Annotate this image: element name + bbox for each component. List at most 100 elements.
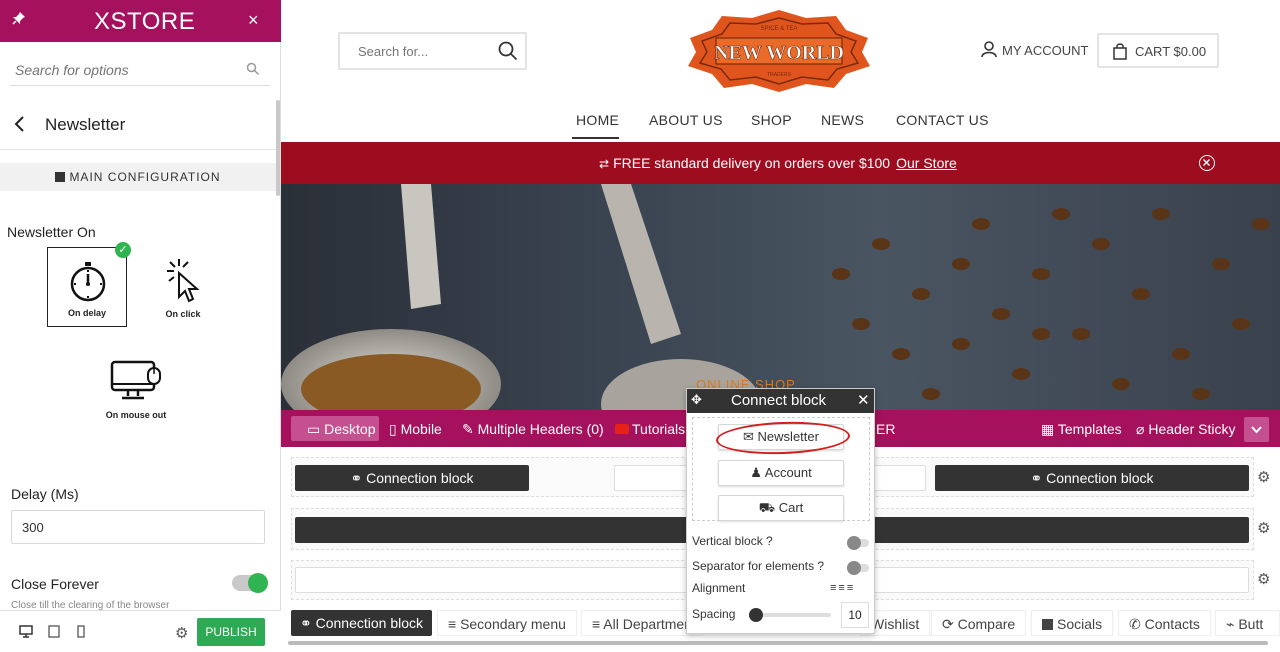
chevron-down-icon[interactable] <box>1244 417 1269 442</box>
publish-button[interactable]: PUBLISH <box>197 618 265 646</box>
delay-label: Delay (Ms) <box>11 486 79 502</box>
desktop-icon: ▭ <box>307 421 325 437</box>
tab-desktop[interactable]: ▭ Desktop <box>307 421 375 438</box>
templates-icon: ▦ <box>1041 421 1058 437</box>
tutorials[interactable]: Tutorials <box>615 421 685 437</box>
site-search[interactable] <box>338 32 527 70</box>
nav-news[interactable]: NEWS <box>821 112 864 128</box>
sidebar-scrollbar[interactable] <box>276 100 280 196</box>
separator-toggle[interactable] <box>847 561 869 575</box>
option-on-delay[interactable]: On delay <box>47 247 127 327</box>
main-configuration-tab[interactable]: MAIN CONFIGURATION <box>0 163 276 191</box>
promo-banner: ⇄ FREE standard delivery on orders over $… <box>281 142 1280 184</box>
refresh-icon: ⟳ <box>942 616 958 632</box>
customizer-sidebar: XSTORE × Newsletter MAIN CONFIGURATION N… <box>0 0 281 652</box>
cart-button[interactable]: CART $0.00 <box>1097 33 1219 68</box>
element-label: Socials <box>1057 616 1103 632</box>
options-search[interactable] <box>10 56 270 86</box>
connection-block[interactable]: ⚭ Connection block <box>935 465 1249 491</box>
compare-element[interactable]: ⟳ Compare <box>931 610 1027 636</box>
spacing-value-input[interactable]: 10 <box>841 602 869 628</box>
mobile-preview-icon[interactable] <box>77 625 85 643</box>
mobile-icon: ▯ <box>389 421 401 437</box>
promo-text: FREE standard delivery on orders over $1… <box>613 155 891 171</box>
element-label: Secondary menu <box>460 616 566 632</box>
search-input[interactable] <box>340 34 490 68</box>
close-banner-icon[interactable] <box>1199 155 1215 171</box>
search-icon[interactable] <box>246 62 260 81</box>
tab-label: Templates <box>1057 421 1122 437</box>
promo-message: ⇄ FREE standard delivery on orders over $… <box>599 155 957 171</box>
alignment-label: Alignment <box>692 581 746 595</box>
close-forever-toggle[interactable] <box>232 573 268 593</box>
close-icon[interactable]: × <box>248 10 259 31</box>
search-icon[interactable] <box>498 41 518 66</box>
gear-icon[interactable]: ⚙ <box>1257 468 1270 486</box>
horizontal-scrollbar[interactable] <box>288 641 1268 645</box>
gear-icon[interactable]: ⚙ <box>1257 570 1270 588</box>
nav-contact-us[interactable]: CONTACT US <box>896 112 989 128</box>
templates[interactable]: ▦ Templates <box>1041 421 1122 438</box>
user-icon: ♟ <box>750 465 765 480</box>
nav-shop[interactable]: SHOP <box>751 112 792 128</box>
move-icon[interactable]: ✥ <box>691 392 702 408</box>
close-forever-description: Close till the clearing of the browser <box>11 600 170 610</box>
option-label: On click <box>165 309 201 319</box>
desktop-preview-icon[interactable] <box>19 625 33 643</box>
tab-label: Desktop <box>324 421 376 437</box>
block-label: Connection block <box>1046 470 1154 486</box>
secondary-menu-element[interactable]: ≡ Secondary menu <box>437 610 577 636</box>
option-on-click[interactable]: On click <box>143 247 223 327</box>
brand-logo: XSTORE <box>94 8 196 35</box>
sidebar-footer: ⚙ PUBLISH <box>0 610 281 652</box>
connection-block-element[interactable]: ⚭ Connection block <box>291 610 432 636</box>
close-icon[interactable]: ✕ <box>857 391 870 409</box>
phone-icon: ✆ <box>1129 616 1145 632</box>
promo-link[interactable]: Our Store <box>896 155 957 171</box>
gear-icon[interactable]: ⚙ <box>175 624 188 642</box>
back-arrow-icon[interactable] <box>14 115 26 138</box>
link-icon: ⌁ <box>1226 616 1239 632</box>
element-label: Contacts <box>1144 616 1200 632</box>
newsletter-on-label: Newsletter On <box>7 224 96 240</box>
popup-header: ✥ Connect block ✕ <box>687 389 874 413</box>
cart-button[interactable]: ⛟ Cart <box>718 495 844 521</box>
site-logo[interactable]: NEW WORLD SPICE & TEA TRADERS <box>686 8 872 97</box>
menu-icon: ≡ <box>448 616 461 632</box>
option-label: On delay <box>67 308 106 318</box>
sidebar-header: XSTORE × <box>0 0 281 42</box>
search-input[interactable] <box>10 56 230 84</box>
vertical-block-toggle[interactable] <box>847 536 869 550</box>
tablet-preview-icon[interactable] <box>48 625 60 643</box>
header-sticky[interactable]: ⌀ Header Sticky <box>1136 421 1235 438</box>
nav-home[interactable]: HOME <box>576 112 619 128</box>
grid-icon <box>55 172 66 182</box>
gear-icon[interactable]: ⚙ <box>1257 519 1270 537</box>
builder-bar-partial[interactable]: ER <box>876 421 895 437</box>
multiple-headers[interactable]: ✎ Multiple Headers (0) <box>462 421 604 438</box>
logo-top-text: SPICE & TEA <box>761 26 798 32</box>
all-departments-element[interactable]: ≡ All Departmen <box>581 610 703 636</box>
tab-label: Header Sticky <box>1148 421 1236 437</box>
spacing-slider[interactable] <box>749 608 831 622</box>
button-element[interactable]: ⌁ Butt <box>1215 610 1280 636</box>
element-label: Connection block <box>315 615 424 631</box>
tab-mobile[interactable]: ▯ Mobile <box>389 421 442 438</box>
contacts-element[interactable]: ✆ Contacts <box>1118 610 1211 636</box>
option-label: On mouse out <box>105 410 167 420</box>
alignment-icons[interactable]: ≡≡≡ <box>830 582 855 594</box>
account-button[interactable]: ♟ Account <box>718 460 844 486</box>
nav-about-us[interactable]: ABOUT US <box>649 112 723 128</box>
button-label: Cart <box>778 500 804 515</box>
option-on-mouse-out[interactable]: On mouse out <box>96 348 176 428</box>
socials-element[interactable]: Socials <box>1031 610 1114 636</box>
connection-icon: ⚭ <box>350 470 367 486</box>
delay-input[interactable] <box>11 510 265 544</box>
refresh-icon: ⇄ <box>599 157 610 171</box>
pin-icon: ⌀ <box>1136 421 1149 437</box>
pin-icon[interactable] <box>12 11 26 30</box>
connection-block[interactable]: ⚭ Connection block <box>295 465 529 491</box>
logo-text: NEW WORLD <box>714 42 844 64</box>
connection-icon: ⚭ <box>299 615 316 631</box>
popup-title: Connect block <box>731 392 827 409</box>
